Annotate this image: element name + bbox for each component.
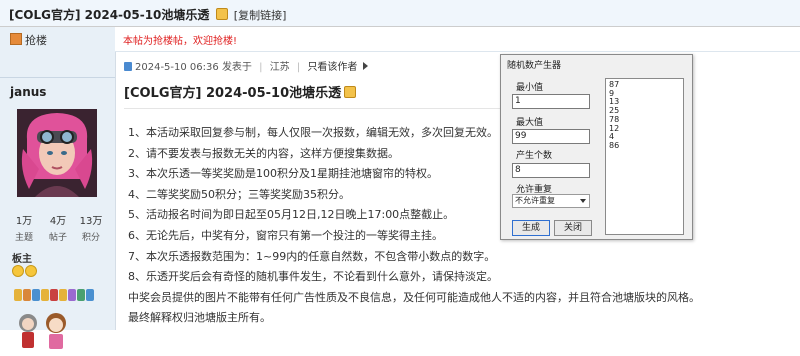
stat-points[interactable]: 13万 积分 [72,212,110,243]
max-input[interactable]: 99 [512,129,590,144]
stat-threads-label: 主题 [14,233,33,243]
post-meta: 2024-5-10 06:36 发表于 | 江苏 | 只看该作者 [124,58,368,73]
medal-icon[interactable] [86,289,94,301]
result-item: 9 [609,88,615,98]
allow-repeat-value: 不允许重复 [515,196,555,205]
avatar-image [17,109,97,197]
result-item: 13 [609,97,620,107]
thread-title: [COLG官方] 2024-05-10池塘乐透 [9,8,210,22]
thread-title-bar: [COLG官方] 2024-05-10池塘乐透 [复制链接] [0,0,800,27]
post-date: 2024-5-10 06:36 [135,62,219,73]
medal-icon[interactable] [41,289,49,301]
post-line: 最终解释权归池塘版主所有。 [128,311,271,325]
floor-notice: 本帖为抢楼帖，欢迎抢楼! [115,27,800,52]
medal-icon[interactable] [77,289,85,301]
medal-icon[interactable] [50,289,58,301]
character-stickers [14,309,74,353]
post-line: 7、本次乐透报数范围为：1~99内的任意自然数，不包含带小数点的数字。 [128,249,496,263]
divider [0,77,115,78]
medal-icon[interactable] [59,289,67,301]
random-number-dialog: 随机数产生器 最小值 1 最大值 99 产生个数 8 允许重复 不允许重复 生成… [500,54,693,240]
author-name[interactable]: janus [10,85,46,99]
min-label: 最小值 [516,83,544,93]
medal-icon[interactable] [68,289,76,301]
lock-icon [215,8,228,20]
divider: | [259,62,263,73]
result-item: 86 [609,140,620,150]
only-author-link[interactable]: 只看该作者 [307,62,357,73]
result-item: 25 [609,106,620,116]
grab-floor-link[interactable]: 抢楼 [10,32,47,48]
posted-in-label: 发表于 [221,62,252,73]
grab-floor-label: 抢楼 [25,34,47,47]
results-list[interactable]: 87 9 13 25 78 12 4 86 [605,78,684,235]
allow-repeat-select[interactable]: 不允许重复 [512,194,590,208]
chevron-down-icon [580,199,586,203]
play-icon [362,62,368,70]
character-icon [19,313,66,349]
stat-points-value: 13万 [79,216,103,227]
avatar[interactable] [17,109,97,197]
rss-icon [10,33,22,45]
copy-link-button[interactable]: [复制链接] [234,9,287,22]
min-input[interactable]: 1 [512,94,590,109]
post-line: 中奖会员提供的图片不能带有任何广告性质及不良信息，及任何可能造成他人不适的内容，… [128,290,700,304]
smiley-icon [12,265,24,277]
divider: | [296,62,301,73]
medal-icon[interactable] [23,289,31,301]
post-title: [COLG官方] 2024-05-10池塘乐透 [124,82,357,101]
result-item: 12 [609,123,620,133]
stat-threads[interactable]: 1万 主题 [5,212,43,243]
max-label: 最大值 [516,118,544,128]
stat-points-label: 积分 [81,233,100,243]
lock-icon [344,86,357,98]
result-item: 4 [609,132,615,142]
result-item: 87 [609,80,620,89]
medal-icon[interactable] [32,289,40,301]
count-label: 产生个数 [516,151,553,161]
post-icon [124,62,132,71]
stat-threads-value: 1万 [15,216,33,227]
smiley-icon [25,265,37,277]
post-title-text: [COLG官方] 2024-05-10池塘乐透 [124,86,342,101]
close-button[interactable]: 关闭 [554,220,592,236]
result-item: 78 [609,114,620,124]
post-line: 8、乐透开奖后会有奇怪的随机事件发生，不论看到什么意外，请保持淡定。 [128,270,498,284]
post-location: 江苏 [269,62,290,73]
moderator-badge: 板主 [12,254,32,265]
generate-button[interactable]: 生成 [512,220,550,236]
medal-row [14,289,104,303]
medal-icon[interactable] [14,289,22,301]
count-input[interactable]: 8 [512,163,590,178]
author-sidebar: 抢楼 janus 1万 主题 4万 帖子 13万 积分 板主 [0,27,116,349]
notice-text: 本帖为抢楼帖，欢迎抢楼! [123,36,238,47]
dialog-title: 随机数产生器 [507,61,562,71]
